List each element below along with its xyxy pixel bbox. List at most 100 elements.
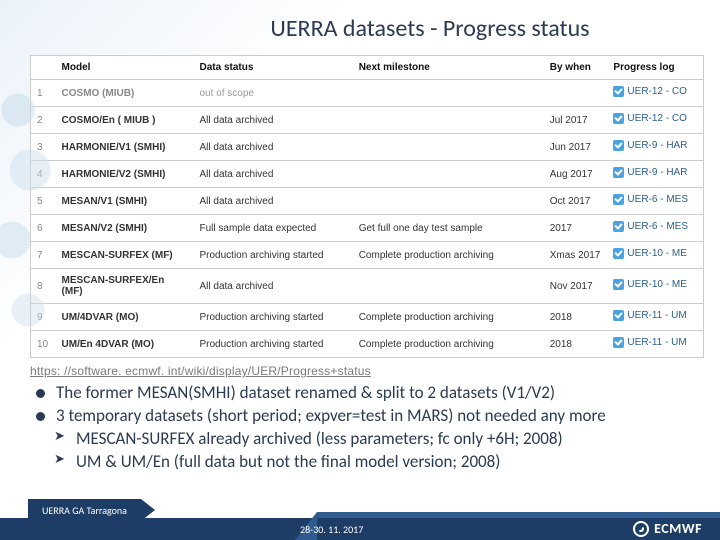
th-status: Data status <box>194 56 353 80</box>
log-link[interactable]: UER-9 - HAR <box>627 140 687 151</box>
cell-status: Production archiving started <box>194 242 353 269</box>
cell-next: Get full one day test sample <box>353 215 544 242</box>
cell-log: UER-6 - MES <box>607 215 703 242</box>
cell-log: UER-10 - ME <box>607 269 703 304</box>
checkmark-icon <box>613 279 624 290</box>
table-row: 10UM/En 4DVAR (MO)Production archiving s… <box>31 331 703 358</box>
row-index: 8 <box>31 269 56 304</box>
subbullet-um: UM & UM/En (full data but not the final … <box>36 451 692 474</box>
row-index: 7 <box>31 242 56 269</box>
cell-when: 2018 <box>544 304 608 331</box>
globe-icon <box>633 521 649 537</box>
table-row: 8MESCAN-SURFEX/En (MF)All data archivedN… <box>31 269 703 304</box>
checkmark-icon <box>613 310 624 321</box>
cell-next <box>353 188 544 215</box>
row-index: 1 <box>31 80 56 107</box>
th-log: Progress log <box>607 56 703 80</box>
cell-model: UM/4DVAR (MO) <box>56 304 194 331</box>
table-row: 9UM/4DVAR (MO)Production archiving start… <box>31 304 703 331</box>
subbullet-mescan-surfex: MESCAN-SURFEX already archived (less par… <box>36 428 692 451</box>
table-row: 2COSMO/En ( MIUB )All data archived Jul 2… <box>31 107 703 134</box>
log-link[interactable]: UER-6 - MES <box>627 194 688 205</box>
cell-model: HARMONIE/V2 (SMHI) <box>56 161 194 188</box>
cell-when: 2018 <box>544 331 608 358</box>
cell-log: UER-10 - ME <box>607 242 703 269</box>
brand-text: ECMWF <box>654 520 702 537</box>
checkmark-icon <box>613 167 624 178</box>
cell-status: All data archived <box>194 134 353 161</box>
cell-status: Production archiving started <box>194 331 353 358</box>
cell-log: UER-12 - CO <box>607 107 703 134</box>
bullet-temp-datasets: 3 temporary datasets (short period; expv… <box>36 405 692 428</box>
bullet-rename: The former MESAN(SMHI) dataset renamed &… <box>36 382 692 405</box>
th-blank <box>31 56 56 80</box>
table-row: 3HARMONIE/V1 (SMHI)All data archived Jun … <box>31 134 703 161</box>
cell-next: Complete production archiving <box>353 331 544 358</box>
cell-next: Complete production archiving <box>353 304 544 331</box>
cell-status: out of scope <box>194 80 353 107</box>
row-index: 10 <box>31 331 56 358</box>
log-link[interactable]: UER-6 - MES <box>627 221 688 232</box>
ecmwf-logo: ECMWF <box>633 520 702 537</box>
footer-left-tag: UERRA GA Tarragona <box>28 499 141 522</box>
cell-model: MESCAN-SURFEX (MF) <box>56 242 194 269</box>
row-index: 9 <box>31 304 56 331</box>
row-index: 2 <box>31 107 56 134</box>
cell-when: Jul 2017 <box>544 107 608 134</box>
cell-when: Oct 2017 <box>544 188 608 215</box>
cell-model: HARMONIE/V1 (SMHI) <box>56 134 194 161</box>
source-url[interactable]: https: //software. ecmwf. int/wiki/displ… <box>30 364 720 378</box>
row-index: 4 <box>31 161 56 188</box>
cell-status: All data archived <box>194 107 353 134</box>
cell-when: Jun 2017 <box>544 134 608 161</box>
checkmark-icon <box>613 221 624 232</box>
cell-model: UM/En 4DVAR (MO) <box>56 331 194 358</box>
checkmark-icon <box>613 113 624 124</box>
checkmark-icon <box>613 86 624 97</box>
cell-status: All data archived <box>194 161 353 188</box>
table-header-row: Model Data status Next milestone By when… <box>31 56 703 80</box>
cell-model: MESCAN-SURFEX/En (MF) <box>56 269 194 304</box>
cell-status: Full sample data expected <box>194 215 353 242</box>
cell-model: MESAN/V2 (SMHI) <box>56 215 194 242</box>
row-index: 5 <box>31 188 56 215</box>
row-index: 3 <box>31 134 56 161</box>
table-row: 1COSMO (MIUB)out of scope UER-12 - CO <box>31 80 703 107</box>
checkmark-icon <box>613 140 624 151</box>
checkmark-icon <box>613 248 624 259</box>
cell-log: UER-11 - UM <box>607 304 703 331</box>
cell-status: All data archived <box>194 188 353 215</box>
page-title: UERRA datasets - Progress status <box>0 0 720 49</box>
cell-log: UER-6 - MES <box>607 188 703 215</box>
log-link[interactable]: UER-12 - CO <box>627 113 686 124</box>
cell-log: UER-9 - HAR <box>607 134 703 161</box>
table-row: 7MESCAN-SURFEX (MF)Production archiving … <box>31 242 703 269</box>
table-row: 4HARMONIE/V2 (SMHI)All data archived Aug … <box>31 161 703 188</box>
checkmark-icon <box>613 337 624 348</box>
cell-next <box>353 107 544 134</box>
footer-date: 28-30. 11. 2017 <box>300 523 363 536</box>
cell-log: UER-11 - UM <box>607 331 703 358</box>
log-link[interactable]: UER-12 - CO <box>627 86 686 97</box>
cell-model: COSMO/En ( MIUB ) <box>56 107 194 134</box>
cell-next <box>353 269 544 304</box>
log-link[interactable]: UER-10 - ME <box>627 279 686 290</box>
log-link[interactable]: UER-11 - UM <box>627 337 686 348</box>
cell-when: 2017 <box>544 215 608 242</box>
log-link[interactable]: UER-11 - UM <box>627 310 686 321</box>
th-when: By when <box>544 56 608 80</box>
cell-model: MESAN/V1 (SMHI) <box>56 188 194 215</box>
cell-when: Xmas 2017 <box>544 242 608 269</box>
cell-next <box>353 161 544 188</box>
log-link[interactable]: UER-9 - HAR <box>627 167 687 178</box>
cell-when: Nov 2017 <box>544 269 608 304</box>
cell-when: Aug 2017 <box>544 161 608 188</box>
progress-table: Model Data status Next milestone By when… <box>30 55 704 358</box>
log-link[interactable]: UER-10 - ME <box>627 248 686 259</box>
cell-when <box>544 80 608 107</box>
th-model: Model <box>56 56 194 80</box>
cell-next: Complete production archiving <box>353 242 544 269</box>
cell-next <box>353 80 544 107</box>
cell-log: UER-9 - HAR <box>607 161 703 188</box>
notes-list: The former MESAN(SMHI) dataset renamed &… <box>36 382 692 474</box>
